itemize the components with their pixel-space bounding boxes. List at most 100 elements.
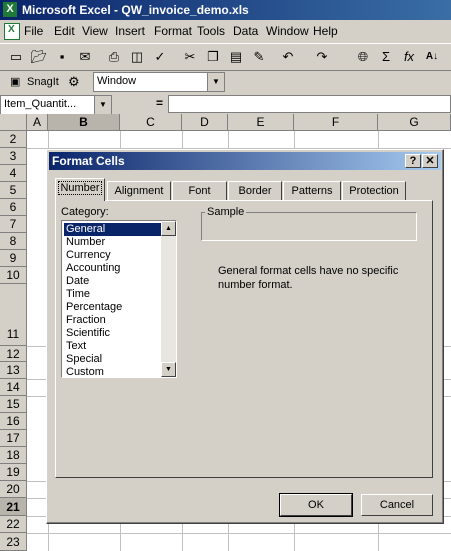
menu-insert[interactable]: Insert: [115, 24, 145, 38]
list-item[interactable]: Text: [64, 340, 164, 353]
scroll-down-icon[interactable]: ▼: [161, 362, 176, 377]
chevron-down-icon[interactable]: ▼: [207, 73, 224, 91]
row-header[interactable]: 3: [0, 148, 27, 165]
redo-icon[interactable]: ↷: [312, 47, 332, 67]
snagit-button[interactable]: SnagIt: [27, 76, 59, 88]
menu-help[interactable]: Help: [313, 24, 338, 38]
row-header[interactable]: 18: [0, 447, 27, 464]
row-header[interactable]: 17: [0, 430, 27, 447]
format-painter-icon[interactable]: ✎: [249, 47, 269, 67]
row-header[interactable]: 14: [0, 379, 27, 396]
list-item[interactable]: Custom: [64, 366, 164, 375]
chevron-down-icon[interactable]: ▼: [94, 96, 111, 114]
row-header[interactable]: 15: [0, 396, 27, 413]
dialog-title-bar[interactable]: Format Cells ? ✕: [49, 152, 441, 170]
menu-view[interactable]: View: [82, 24, 108, 38]
capture-mode-combo[interactable]: Window ▼: [93, 72, 225, 92]
row-header[interactable]: 5: [0, 182, 27, 199]
workbook-icon[interactable]: [4, 23, 20, 40]
row-header[interactable]: 8: [0, 233, 27, 250]
save-icon[interactable]: ▪: [52, 47, 72, 67]
column-header-b[interactable]: B: [48, 114, 120, 131]
name-box[interactable]: Item_Quantit... ▼: [0, 95, 112, 115]
list-item-general[interactable]: General: [64, 223, 164, 236]
list-item[interactable]: Number: [64, 236, 164, 249]
row-header[interactable]: 13: [0, 362, 27, 379]
close-button[interactable]: ✕: [422, 154, 438, 168]
menu-bar: File Edit View Insert Format Tools Data …: [0, 20, 451, 42]
formula-input[interactable]: [168, 95, 451, 113]
row-header[interactable]: 2: [0, 131, 27, 148]
row-header[interactable]: 12: [0, 346, 27, 362]
sample-label: Sample: [205, 206, 247, 218]
cancel-button[interactable]: Cancel: [361, 494, 433, 516]
print-icon[interactable]: ⎙: [104, 47, 124, 67]
row-header[interactable]: 23: [0, 533, 27, 551]
tab-number[interactable]: Number: [55, 178, 105, 201]
format-description: General format cells have no specific nu…: [218, 265, 399, 291]
menu-format[interactable]: Format: [154, 24, 192, 38]
open-icon[interactable]: 📂︎: [29, 47, 49, 67]
list-item[interactable]: Date: [64, 275, 164, 288]
menu-tools[interactable]: Tools: [197, 24, 225, 38]
window-title: Microsoft Excel - QW_invoice_demo.xls: [22, 3, 249, 17]
menu-window[interactable]: Window: [266, 24, 309, 38]
menu-data[interactable]: Data: [233, 24, 258, 38]
row-header[interactable]: 7: [0, 216, 27, 233]
paste-icon[interactable]: ▤: [226, 47, 246, 67]
scroll-up-icon[interactable]: ▲: [161, 221, 176, 236]
print-preview-icon[interactable]: ◫: [127, 47, 147, 67]
formula-equals: =: [156, 96, 164, 110]
autosum-icon[interactable]: Σ: [376, 47, 396, 67]
help-button[interactable]: ?: [405, 154, 421, 168]
row-header[interactable]: 9: [0, 250, 27, 267]
cut-icon[interactable]: ✂: [180, 47, 200, 67]
camera-icon[interactable]: ▣: [10, 75, 20, 88]
category-list[interactable]: General Number Currency Accounting Date …: [61, 220, 177, 378]
copy-icon[interactable]: ❐: [203, 47, 223, 67]
select-all-corner[interactable]: [0, 114, 27, 131]
row-header[interactable]: 19: [0, 464, 27, 481]
row-header[interactable]: 16: [0, 413, 27, 430]
tab-font[interactable]: Font: [172, 181, 227, 200]
list-item[interactable]: Fraction: [64, 314, 164, 327]
list-item[interactable]: Percentage: [64, 301, 164, 314]
hyperlink-icon[interactable]: 🌐︎: [353, 47, 373, 67]
list-item[interactable]: Time: [64, 288, 164, 301]
row-header[interactable]: 4: [0, 165, 27, 182]
row-header[interactable]: 22: [0, 516, 27, 533]
tab-border[interactable]: Border: [228, 181, 282, 200]
tab-patterns[interactable]: Patterns: [283, 181, 341, 200]
list-item[interactable]: Currency: [64, 249, 164, 262]
category-label: Category:: [61, 206, 109, 218]
tab-alignment[interactable]: Alignment: [107, 181, 171, 200]
list-item[interactable]: Special: [64, 353, 164, 366]
menu-file[interactable]: File: [24, 24, 43, 38]
category-scrollbar[interactable]: ▲ ▼: [161, 221, 176, 377]
row-header[interactable]: 6: [0, 199, 27, 216]
column-header-d[interactable]: D: [182, 114, 228, 131]
new-icon[interactable]: ▭: [6, 47, 26, 67]
undo-icon[interactable]: ↶: [278, 47, 298, 67]
column-header-f[interactable]: F: [294, 114, 378, 131]
grid-line: [27, 533, 451, 534]
function-icon[interactable]: fx: [399, 47, 419, 67]
list-item[interactable]: Scientific: [64, 327, 164, 340]
snagit-settings-icon[interactable]: ⚙: [68, 74, 80, 90]
column-header-c[interactable]: C: [120, 114, 182, 131]
tab-protection[interactable]: Protection: [342, 181, 406, 200]
sort-ascending-icon[interactable]: A↓: [422, 47, 442, 67]
list-item[interactable]: Accounting: [64, 262, 164, 275]
spelling-icon[interactable]: ✓: [150, 47, 170, 67]
row-header[interactable]: 11: [0, 284, 27, 346]
column-header-a[interactable]: A: [27, 114, 48, 131]
ok-button[interactable]: OK: [279, 493, 353, 517]
email-icon[interactable]: ✉: [75, 47, 95, 67]
menu-edit[interactable]: Edit: [54, 24, 75, 38]
row-header-active[interactable]: 21: [0, 498, 27, 516]
row-header[interactable]: 10: [0, 267, 27, 284]
row-header[interactable]: 20: [0, 481, 27, 498]
column-header-g[interactable]: G: [378, 114, 451, 131]
column-header-e[interactable]: E: [228, 114, 294, 131]
excel-app-icon[interactable]: X: [3, 2, 17, 17]
